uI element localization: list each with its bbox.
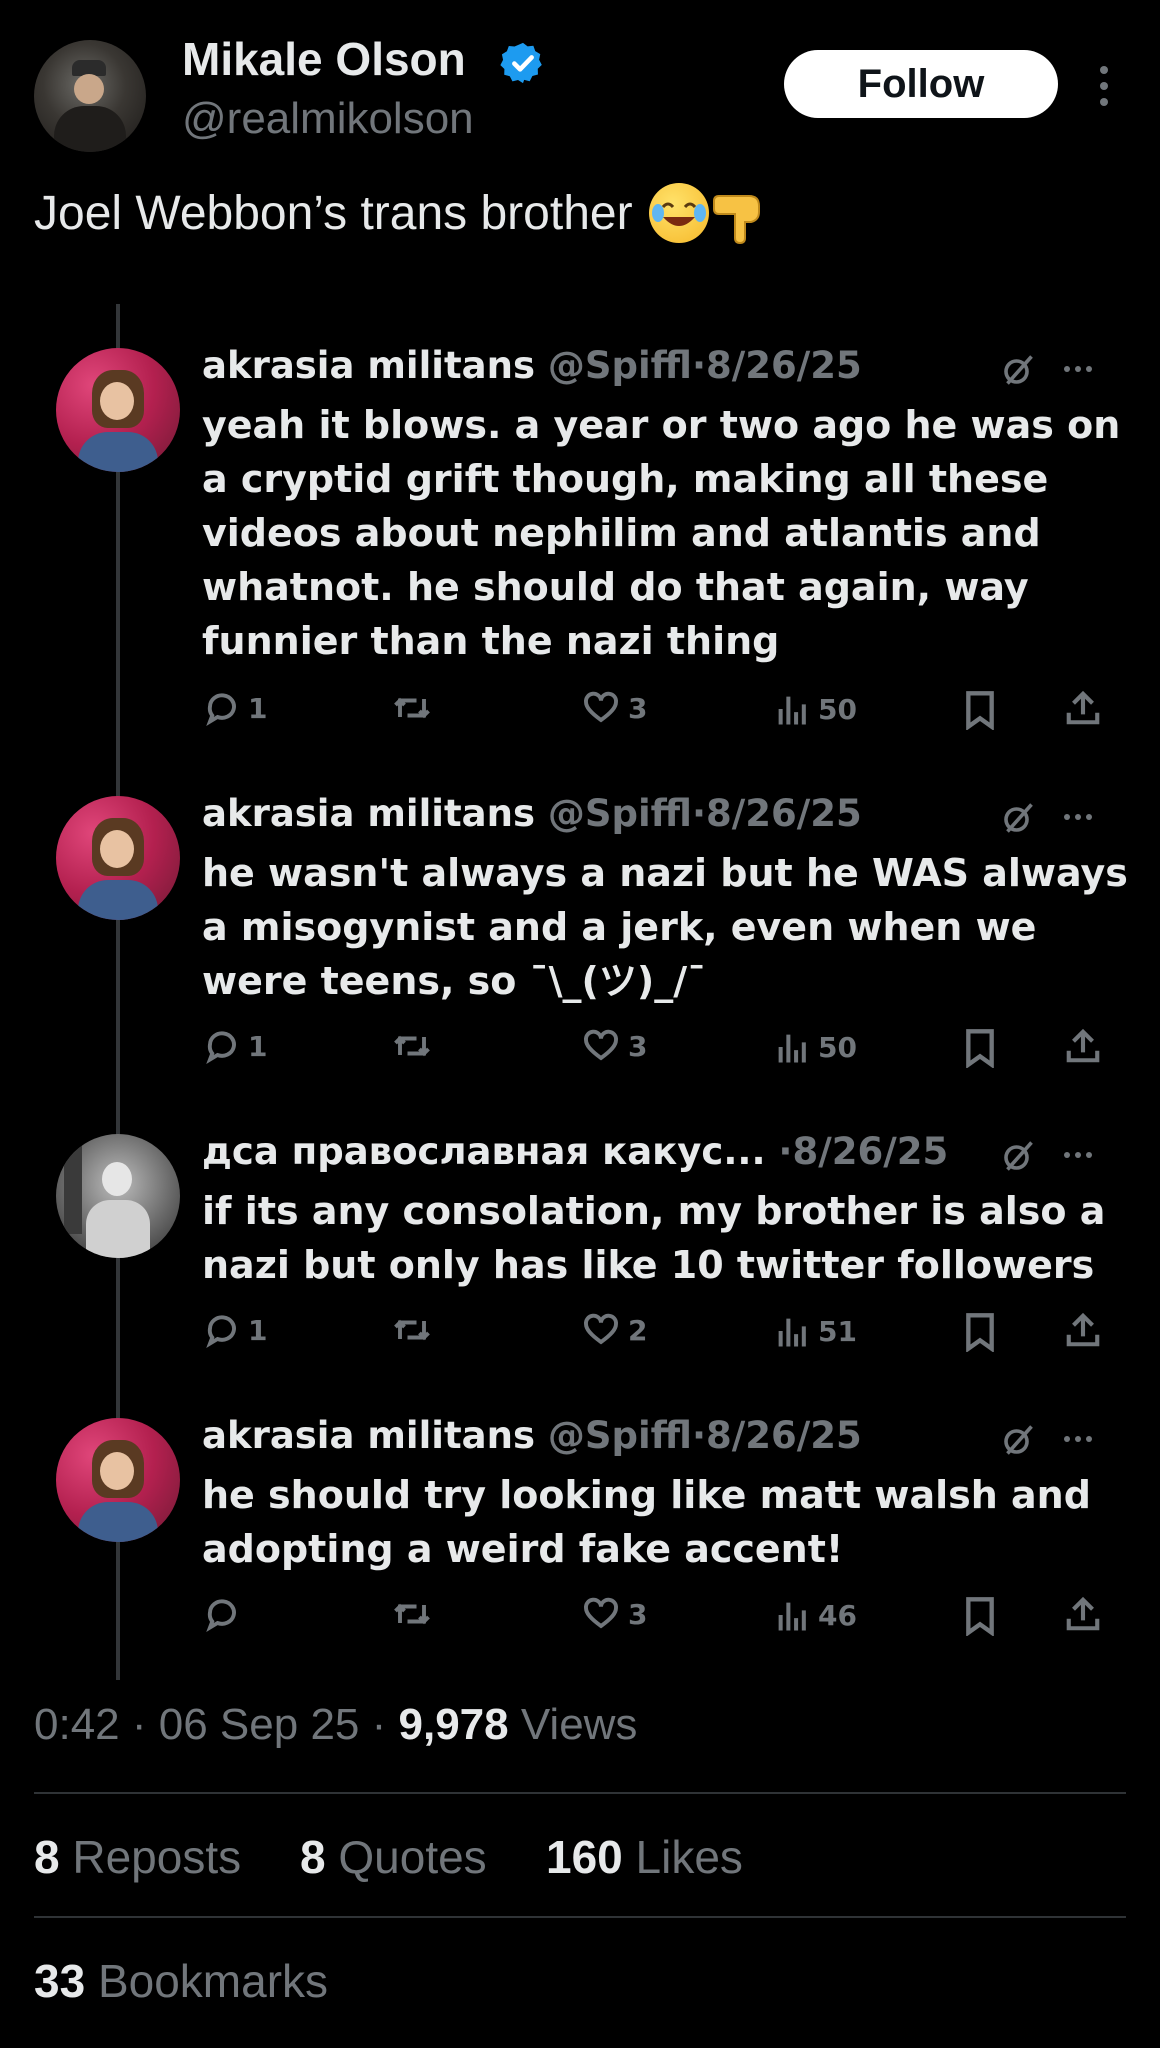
reply-author-name[interactable]: akrasia militans xyxy=(202,1414,535,1457)
reply-button[interactable] xyxy=(204,1596,248,1632)
reply-text: he wasn't always a nazi but he WAS alway… xyxy=(202,851,1128,1003)
bookmark-icon[interactable] xyxy=(962,1028,998,1068)
repost-button[interactable] xyxy=(392,1312,440,1348)
reply-avatar[interactable] xyxy=(56,1134,180,1258)
reply-date[interactable]: 8/26/25 xyxy=(706,1414,862,1457)
heart-icon xyxy=(584,1313,618,1345)
analytics-icon xyxy=(778,1602,806,1631)
heart-icon xyxy=(584,1029,618,1061)
comment-icon xyxy=(206,1599,236,1632)
grok-icon[interactable] xyxy=(1000,1138,1036,1174)
backhand-index-pointing-down-icon xyxy=(712,195,760,244)
likes-stat[interactable]: 160 Likes xyxy=(546,1830,743,1884)
bookmarks-stat[interactable]: 33 Bookmarks xyxy=(34,1954,328,2008)
share-icon[interactable] xyxy=(1064,688,1102,728)
grok-icon[interactable] xyxy=(1000,352,1036,388)
repost-icon xyxy=(394,697,430,719)
reply-header: дса православная какус... ·8/26/25 xyxy=(202,1130,949,1173)
bookmark-icon[interactable] xyxy=(962,690,998,730)
post-text: Joel Webbon’s trans brother xyxy=(34,182,773,244)
analytics-icon xyxy=(778,1034,806,1063)
reply-author-name[interactable]: akrasia militans xyxy=(202,344,535,387)
reposts-stat[interactable]: 8 Reposts xyxy=(34,1830,241,1884)
face-with-tears-of-joy-icon xyxy=(648,183,709,243)
post-time[interactable]: 0:42 xyxy=(34,1700,120,1749)
repost-icon xyxy=(394,1603,430,1625)
post-meta: 0:42 · 06 Sep 25 · 9,978 Views xyxy=(34,1700,638,1749)
views-button[interactable]: 51 xyxy=(776,1312,857,1350)
reply-date[interactable]: 8/26/25 xyxy=(706,792,862,835)
more-options-icon[interactable] xyxy=(1100,66,1108,106)
repost-button[interactable] xyxy=(392,1596,440,1632)
divider xyxy=(34,1916,1126,1918)
share-icon[interactable] xyxy=(1064,1310,1102,1350)
reply-text: if its any consolation, my brother is al… xyxy=(202,1189,1106,1287)
repost-button[interactable] xyxy=(392,1028,440,1064)
reply-text: he should try looking like matt walsh an… xyxy=(202,1473,1091,1571)
author-handle[interactable]: @realmikolson xyxy=(182,94,474,144)
like-button[interactable]: 3 xyxy=(582,1028,647,1064)
reply-more-icon[interactable] xyxy=(1064,814,1092,820)
divider xyxy=(34,1792,1126,1794)
reply-avatar[interactable] xyxy=(56,796,180,920)
author-name[interactable]: Mikale Olson xyxy=(182,32,466,86)
views-button[interactable]: 50 xyxy=(776,690,857,728)
reply-author-name[interactable]: дса православная какус... xyxy=(202,1130,766,1173)
bookmark-icon[interactable] xyxy=(962,1312,998,1352)
comment-icon xyxy=(206,693,236,726)
analytics-icon xyxy=(778,696,806,725)
reply-header: akrasia militans @Spiffl·8/26/25 xyxy=(202,1414,862,1457)
reply-more-icon[interactable] xyxy=(1064,1152,1092,1158)
author-avatar[interactable] xyxy=(34,40,146,152)
reply-more-icon[interactable] xyxy=(1064,1436,1092,1442)
verified-badge-icon xyxy=(500,42,542,84)
post-date[interactable]: 06 Sep 25 xyxy=(159,1700,360,1749)
comment-icon xyxy=(206,1031,236,1064)
like-button[interactable]: 3 xyxy=(582,690,647,726)
share-icon[interactable] xyxy=(1064,1026,1102,1066)
bookmark-icon[interactable] xyxy=(962,1596,998,1636)
reply-button[interactable]: 1 xyxy=(204,690,267,726)
reply-text: yeah it blows. a year or two ago he was … xyxy=(202,403,1121,663)
heart-icon xyxy=(584,691,618,723)
views-label: Views xyxy=(520,1700,638,1749)
reply-author-handle[interactable]: @Spiffl xyxy=(548,792,692,835)
analytics-icon xyxy=(778,1318,806,1347)
repost-icon xyxy=(394,1319,430,1341)
reply-button[interactable]: 1 xyxy=(204,1312,267,1348)
heart-icon xyxy=(584,1597,618,1629)
repost-icon xyxy=(394,1035,430,1057)
grok-icon[interactable] xyxy=(1000,1422,1036,1458)
views-count: 9,978 xyxy=(398,1700,509,1749)
repost-button[interactable] xyxy=(392,690,440,726)
reply-author-handle[interactable]: @Spiffl xyxy=(548,344,692,387)
reply-date[interactable]: 8/26/25 xyxy=(706,344,862,387)
reply-avatar[interactable] xyxy=(56,348,180,472)
views-button[interactable]: 46 xyxy=(776,1596,857,1634)
reply-header: akrasia militans @Spiffl·8/26/25 xyxy=(202,792,862,835)
quotes-stat[interactable]: 8 Quotes xyxy=(300,1830,487,1884)
reply-avatar[interactable] xyxy=(56,1418,180,1542)
reply-author-handle[interactable]: @Spiffl xyxy=(548,1414,692,1457)
follow-button[interactable]: Follow xyxy=(784,50,1058,118)
reply-button[interactable]: 1 xyxy=(204,1028,267,1064)
share-icon[interactable] xyxy=(1064,1594,1102,1634)
like-button[interactable]: 3 xyxy=(582,1596,647,1632)
reply-date[interactable]: 8/26/25 xyxy=(792,1130,948,1173)
reply-more-icon[interactable] xyxy=(1064,366,1092,372)
grok-icon[interactable] xyxy=(1000,800,1036,836)
comment-icon xyxy=(206,1315,236,1348)
views-button[interactable]: 50 xyxy=(776,1028,857,1066)
like-button[interactable]: 2 xyxy=(582,1312,647,1348)
reply-author-name[interactable]: akrasia militans xyxy=(202,792,535,835)
reply-header: akrasia militans @Spiffl·8/26/25 xyxy=(202,344,862,387)
